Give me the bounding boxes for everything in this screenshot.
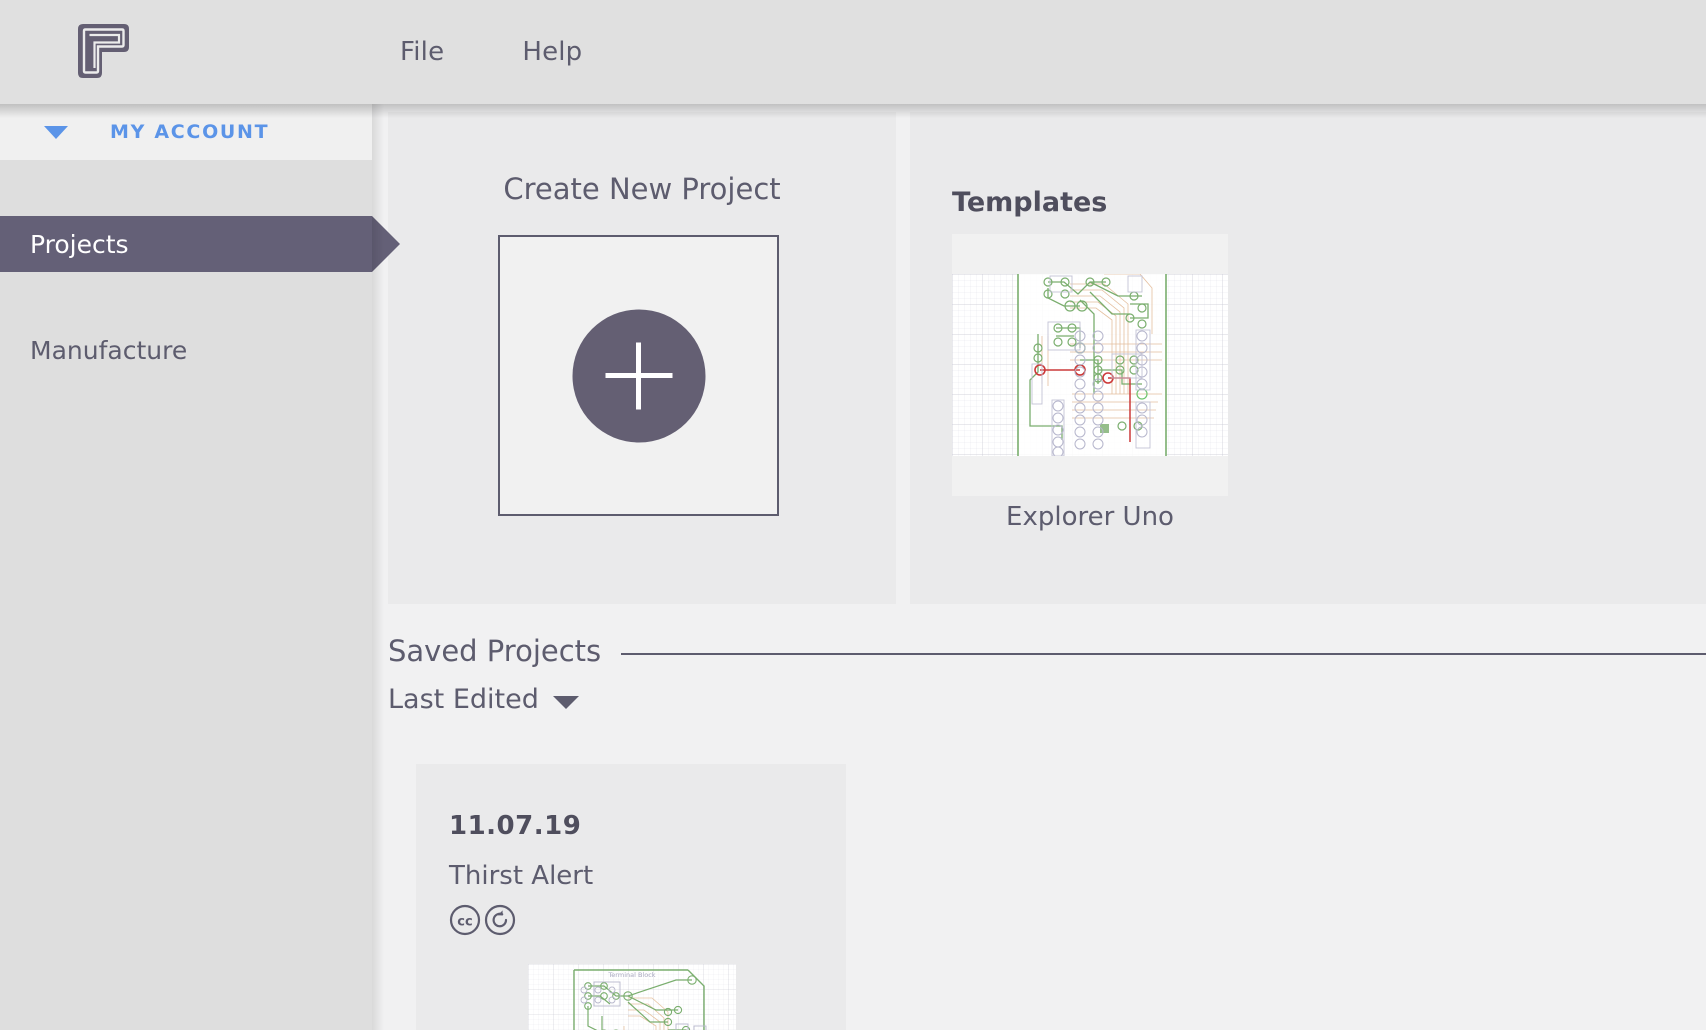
top-menu-bar: File Help <box>0 0 1706 104</box>
menu-help[interactable]: Help <box>522 39 582 65</box>
project-name: Thirst Alert <box>449 861 593 891</box>
saved-projects-header: Saved Projects <box>388 626 1706 676</box>
caret-down-icon <box>553 696 579 709</box>
project-license-badges: cc <box>449 904 516 936</box>
project-card-thirst-alert[interactable]: 11.07.19 Thirst Alert cc <box>416 764 846 1030</box>
project-thumbnail: Terminal Block <box>528 964 736 1030</box>
sort-dropdown-label: Last Edited <box>388 684 539 715</box>
create-new-project-button[interactable] <box>498 235 779 516</box>
menu-bar-items: File Help <box>400 0 582 104</box>
template-card-explorer-uno[interactable] <box>952 234 1228 496</box>
main-content: Create New Project Templates <box>372 104 1706 1030</box>
top-panels-row: Create New Project Templates <box>372 112 1706 604</box>
menu-file[interactable]: File <box>400 39 444 65</box>
app-root: File Help MY ACCOUNT Projects Manufactur… <box>0 0 1706 1030</box>
template-thumbnail <box>952 274 1228 456</box>
share-alike-icon[interactable] <box>484 904 516 936</box>
caret-down-icon <box>44 126 68 139</box>
plus-icon <box>572 309 705 442</box>
fritzing-f-logo-icon[interactable] <box>68 17 134 83</box>
templates-title: Templates <box>952 187 1107 218</box>
saved-projects-title: Saved Projects <box>388 634 601 668</box>
sidebar-item-manufacture[interactable]: Manufacture <box>0 322 372 378</box>
project-date: 11.07.19 <box>449 811 581 841</box>
creative-commons-icon[interactable]: cc <box>449 904 481 936</box>
svg-text:Terminal Block: Terminal Block <box>607 971 655 979</box>
sort-dropdown[interactable]: Last Edited <box>388 684 579 715</box>
svg-text:cc: cc <box>457 915 472 930</box>
sidebar-account-toggle[interactable]: MY ACCOUNT <box>0 104 372 160</box>
sidebar-item-label: Manufacture <box>30 336 187 365</box>
templates-panel: Templates <box>910 112 1706 604</box>
create-new-project-panel: Create New Project <box>388 112 896 604</box>
section-divider <box>621 653 1706 655</box>
template-caption: Explorer Uno <box>952 502 1228 532</box>
sidebar-item-projects[interactable]: Projects <box>0 216 372 272</box>
sidebar-item-label: Projects <box>30 230 129 259</box>
sidebar: MY ACCOUNT Projects Manufacture <box>0 104 372 1030</box>
create-new-project-title: Create New Project <box>388 172 896 206</box>
sidebar-account-label: MY ACCOUNT <box>110 121 269 143</box>
